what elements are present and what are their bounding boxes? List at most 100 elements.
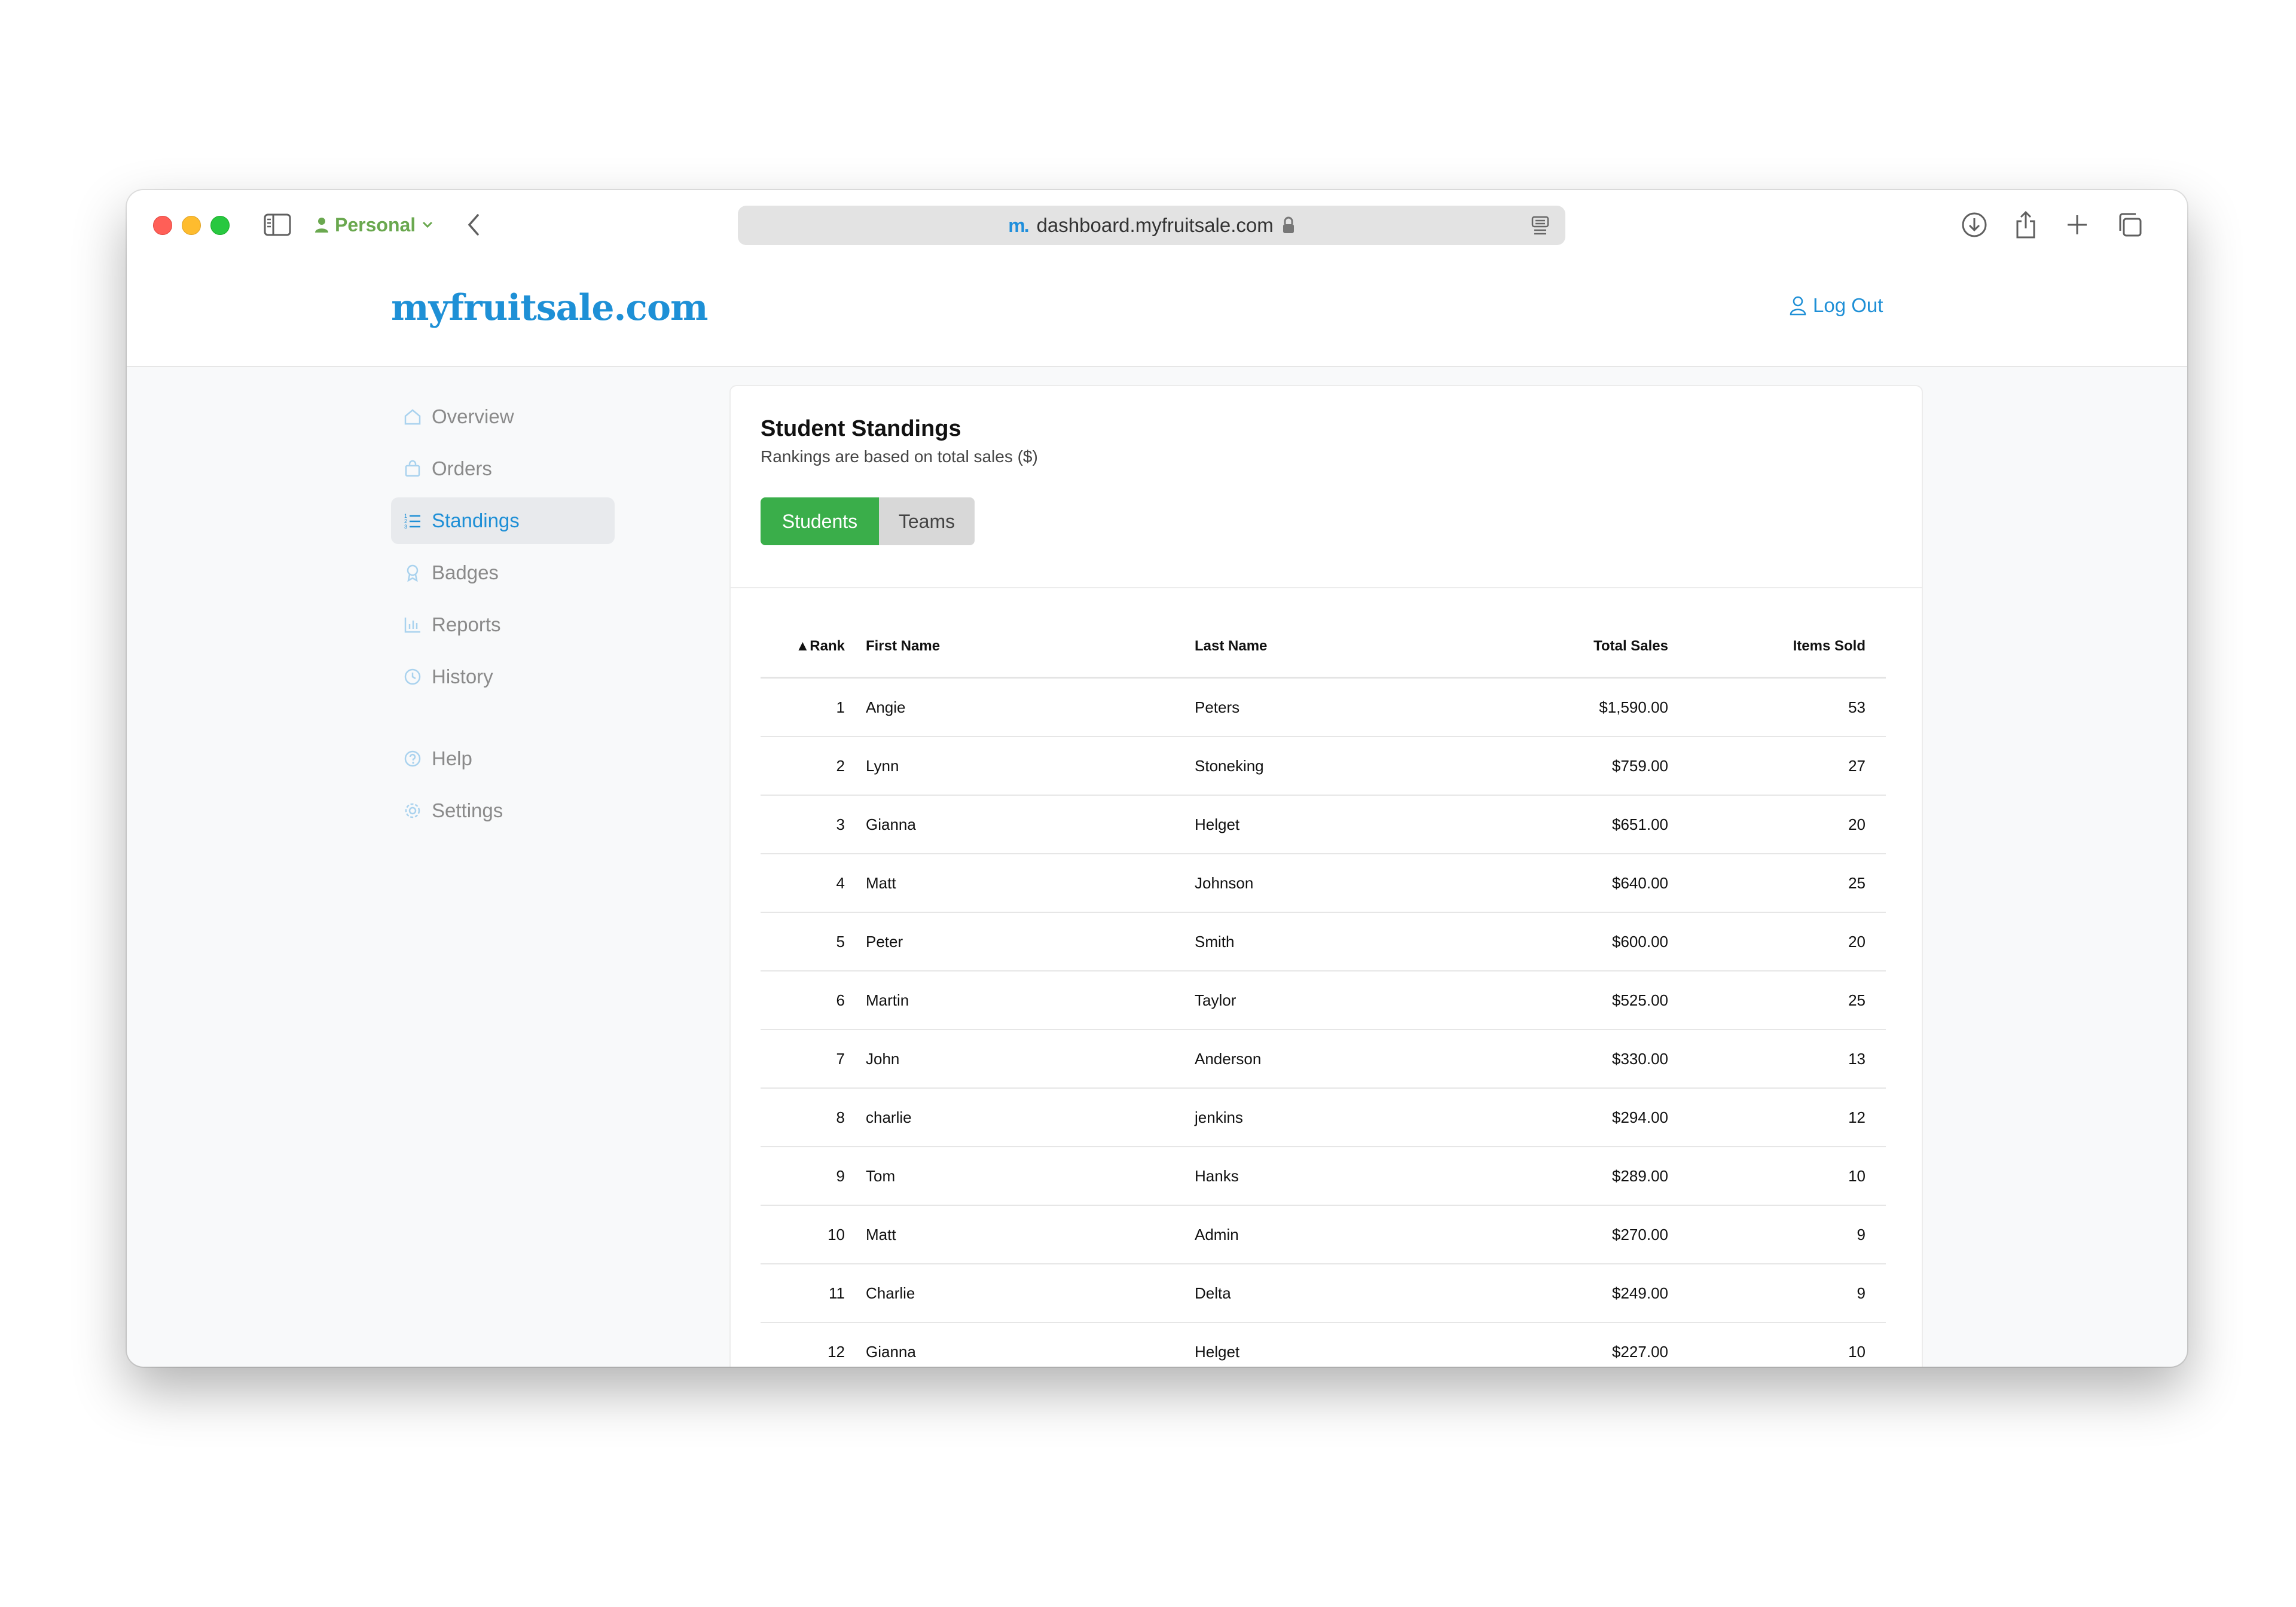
table-row: 7 John Anderson $330.00 13	[761, 1029, 1886, 1089]
back-icon[interactable]	[462, 208, 486, 242]
reader-mode-icon[interactable]	[1531, 215, 1550, 236]
browser-toolbar: Personal m. dashboard.myfruitsale.com	[127, 190, 2187, 263]
sidebar-item-history[interactable]: History	[391, 653, 615, 700]
card-header: Student Standings Rankings are based on …	[731, 386, 1922, 588]
total-sales-cell: $289.00	[1464, 1147, 1669, 1206]
rank-cell: 6	[761, 971, 865, 1030]
profile-selector[interactable]: Personal	[315, 208, 433, 242]
first-name-cell: Matt	[865, 1205, 1194, 1264]
first-name-cell: John	[865, 1029, 1194, 1089]
sidebar-item-help[interactable]: Help	[391, 735, 615, 782]
last-name-cell: Stoneking	[1194, 737, 1464, 796]
sidebar-item-label: Badges	[432, 561, 499, 583]
minimize-window-button[interactable]	[182, 216, 201, 235]
share-icon[interactable]	[2010, 209, 2041, 240]
person-icon	[315, 218, 328, 233]
gear-icon	[403, 801, 422, 820]
items-sold-cell: 9	[1669, 1264, 1886, 1323]
standings-table: ▲Rank First Name Last Name Total Sales I…	[761, 616, 1886, 1367]
rank-column-header[interactable]: ▲Rank	[761, 616, 865, 679]
last-name-cell: Johnson	[1194, 854, 1464, 913]
page-subtitle: Rankings are based on total sales ($)	[761, 447, 1038, 466]
sidebar-toggle-icon[interactable]	[261, 208, 294, 242]
table-row: 8 charlie jenkins $294.00 12	[761, 1088, 1886, 1147]
first-name-cell: Charlie	[865, 1264, 1194, 1323]
rank-cell: 9	[761, 1147, 865, 1206]
table-row: 10 Matt Admin $270.00 9	[761, 1205, 1886, 1264]
total-sales-cell: $270.00	[1464, 1205, 1669, 1264]
sidebar-item-label: Reports	[432, 613, 501, 636]
items-sold-cell: 12	[1669, 1088, 1886, 1147]
zoom-window-button[interactable]	[210, 216, 230, 235]
first-name-cell: Gianna	[865, 795, 1194, 854]
url-text: dashboard.myfruitsale.com	[1036, 214, 1274, 236]
home-icon	[403, 407, 422, 426]
total-sales-cell: $525.00	[1464, 971, 1669, 1030]
items-sold-cell: 25	[1669, 854, 1886, 913]
first-name-cell: Gianna	[865, 1322, 1194, 1367]
items-sold-cell: 20	[1669, 912, 1886, 971]
sidebar-item-badges[interactable]: Badges	[391, 549, 615, 596]
last-name-cell: Smith	[1194, 912, 1464, 971]
help-circle-icon	[403, 749, 422, 768]
award-icon	[403, 563, 422, 582]
table-row: 2 Lynn Stoneking $759.00 27	[761, 737, 1886, 796]
sidebar-item-overview[interactable]: Overview	[391, 393, 615, 440]
svg-text:3: 3	[404, 524, 407, 530]
last-name-cell: Anderson	[1194, 1029, 1464, 1089]
sidebar-item-orders[interactable]: Orders	[391, 445, 615, 492]
sidebar-item-standings[interactable]: 123 Standings	[391, 497, 615, 544]
profile-label: Personal	[335, 213, 416, 236]
sidebar-item-label: History	[432, 665, 493, 688]
total-sales-cell: $294.00	[1464, 1088, 1669, 1147]
table-row: 11 Charlie Delta $249.00 9	[761, 1264, 1886, 1323]
table-header-row: ▲Rank First Name Last Name Total Sales I…	[761, 616, 1886, 679]
items-sold-column-header[interactable]: Items Sold	[1669, 616, 1886, 679]
first-name-cell: Matt	[865, 854, 1194, 913]
first-name-cell: Angie	[865, 677, 1194, 737]
close-window-button[interactable]	[153, 216, 172, 235]
last-name-cell: Peters	[1194, 677, 1464, 737]
last-name-cell: jenkins	[1194, 1088, 1464, 1147]
site-logo[interactable]: myfruitsale.com	[391, 287, 708, 329]
last-name-cell: Admin	[1194, 1205, 1464, 1264]
total-sales-cell: $759.00	[1464, 737, 1669, 796]
first-name-cell: charlie	[865, 1088, 1194, 1147]
sidebar-item-reports[interactable]: Reports	[391, 601, 615, 648]
tab-overview-icon[interactable]	[2114, 209, 2145, 240]
shopping-bag-icon	[403, 459, 422, 478]
rank-cell: 8	[761, 1088, 865, 1147]
list-ordered-icon: 123	[403, 511, 422, 530]
total-sales-column-header[interactable]: Total Sales	[1464, 616, 1669, 679]
tab-teams[interactable]: Teams	[879, 497, 975, 545]
downloads-icon[interactable]	[1959, 209, 1990, 240]
items-sold-cell: 9	[1669, 1205, 1886, 1264]
rank-cell: 10	[761, 1205, 865, 1264]
standings-tabs: Students Teams	[761, 497, 975, 545]
first-name-column-header[interactable]: First Name	[865, 616, 1194, 679]
site-header: myfruitsale.com Log Out	[127, 263, 2187, 367]
new-tab-icon[interactable]	[2062, 209, 2093, 240]
rank-cell: 4	[761, 854, 865, 913]
sidebar-item-settings[interactable]: Settings	[391, 787, 615, 834]
logout-label: Log Out	[1813, 294, 1883, 316]
table-row: 6 Martin Taylor $525.00 25	[761, 971, 1886, 1030]
rank-cell: 3	[761, 795, 865, 854]
address-bar[interactable]: m. dashboard.myfruitsale.com	[738, 206, 1565, 245]
logout-link[interactable]: Log Out	[1789, 294, 1883, 317]
table-row: 1 Angie Peters $1,590.00 53	[761, 677, 1886, 737]
total-sales-cell: $249.00	[1464, 1264, 1669, 1323]
sidebar-item-label: Settings	[432, 799, 503, 821]
items-sold-cell: 10	[1669, 1322, 1886, 1367]
sidebar-item-label: Overview	[432, 405, 514, 427]
first-name-cell: Martin	[865, 971, 1194, 1030]
rank-cell: 7	[761, 1029, 865, 1089]
tab-students[interactable]: Students	[761, 497, 879, 545]
items-sold-cell: 10	[1669, 1147, 1886, 1206]
last-name-column-header[interactable]: Last Name	[1194, 616, 1464, 679]
rank-cell: 2	[761, 737, 865, 796]
standings-card: Student Standings Rankings are based on …	[729, 385, 1923, 1367]
lock-icon	[1283, 216, 1294, 233]
bar-chart-icon	[403, 615, 422, 634]
sidebar-nav: Overview Orders 123 Standings Badges Rep…	[391, 393, 615, 839]
